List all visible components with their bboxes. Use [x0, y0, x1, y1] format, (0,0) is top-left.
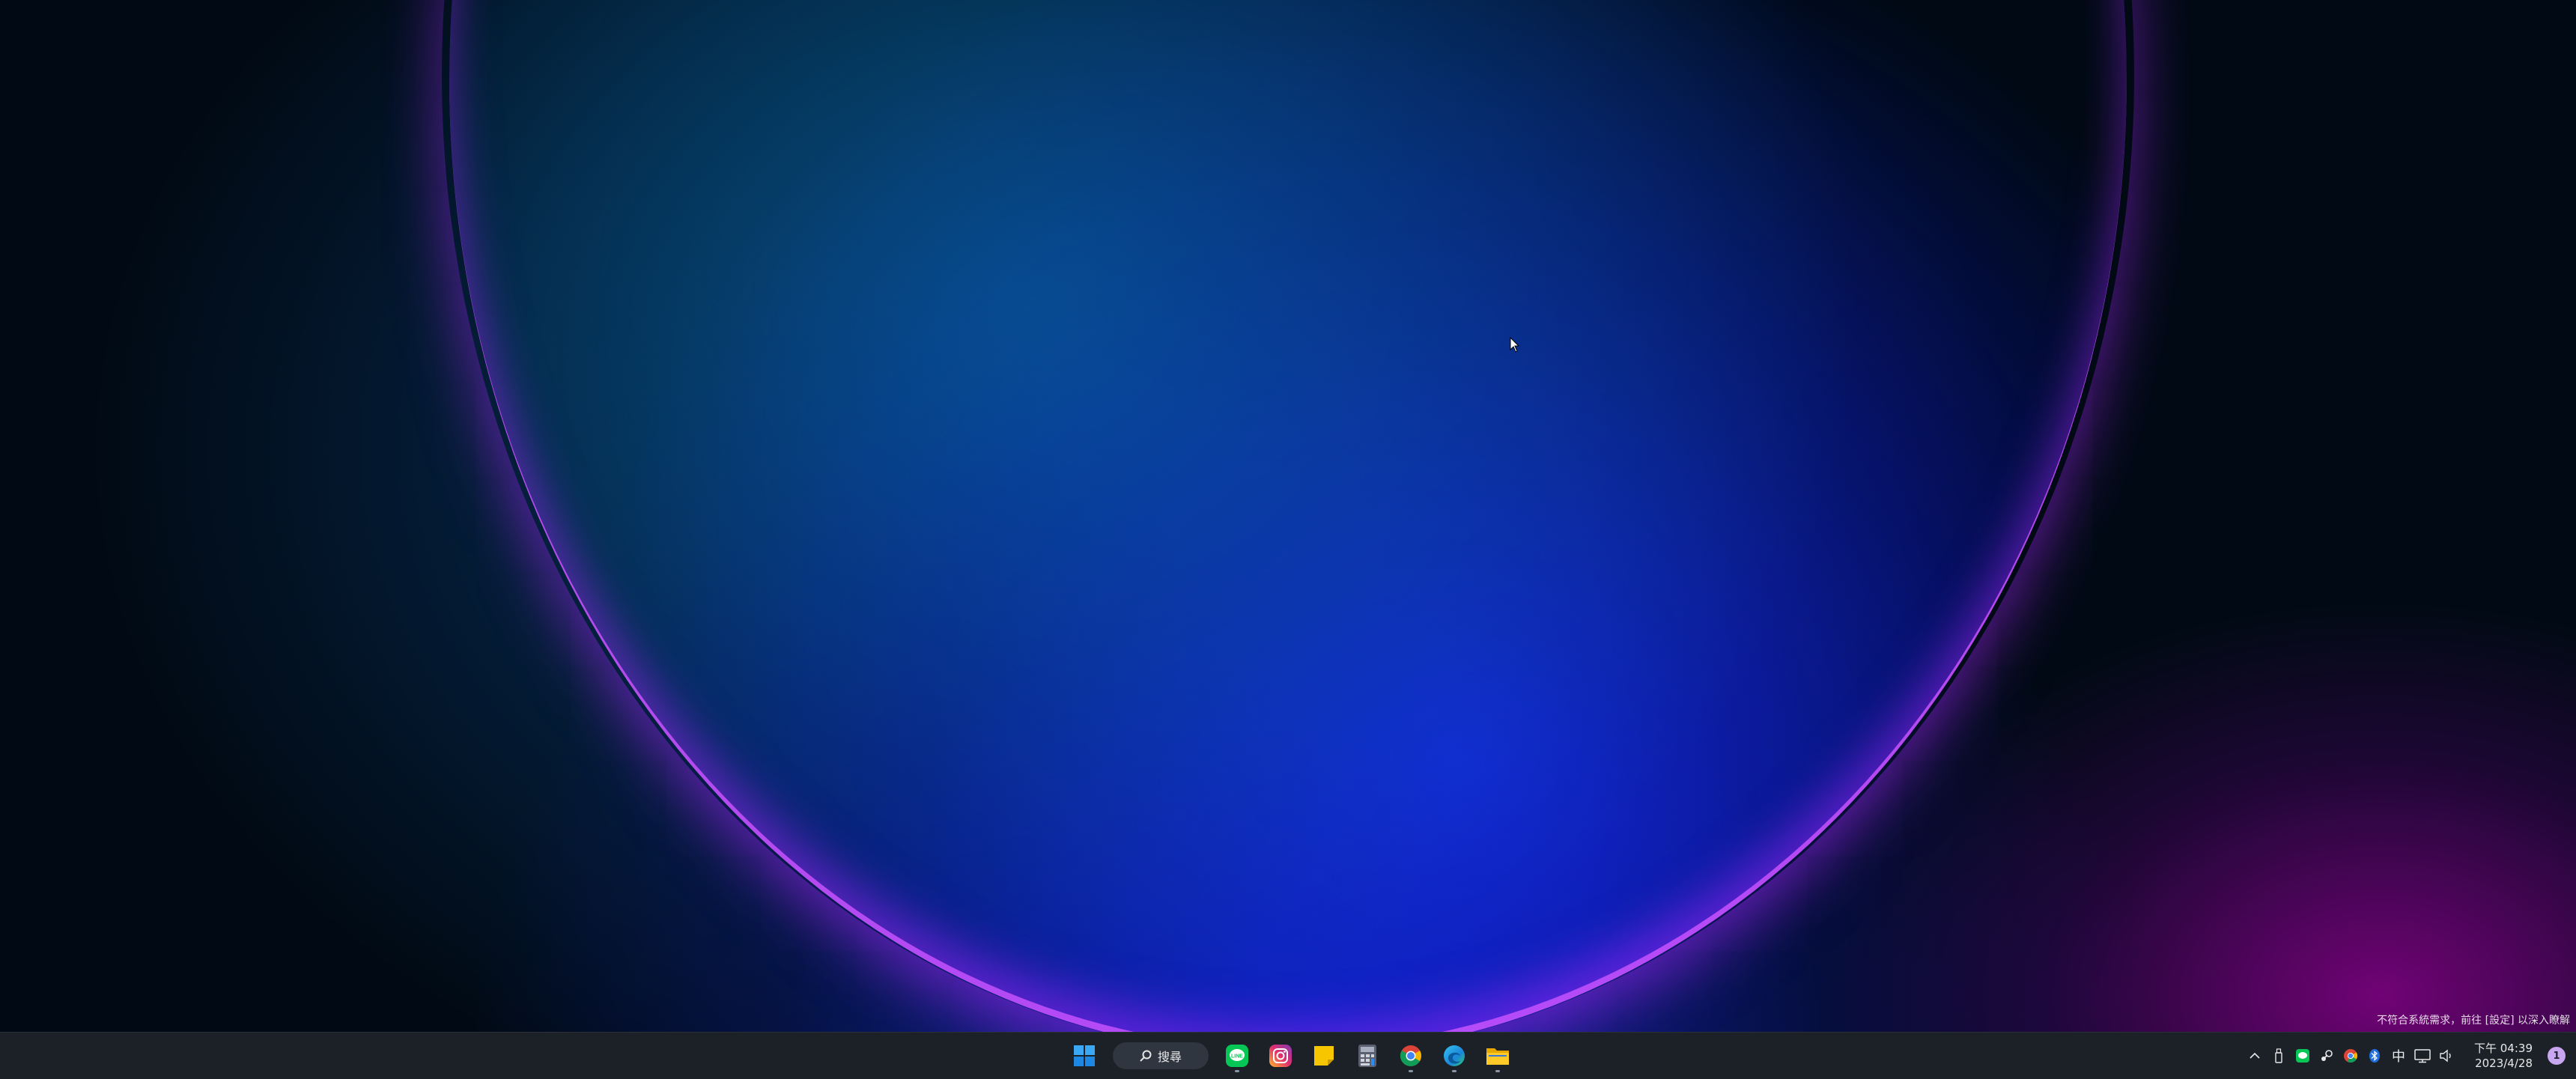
taskbar-app-chrome[interactable] [1393, 1038, 1429, 1074]
tray-chrome[interactable] [2342, 1048, 2359, 1064]
clock[interactable]: 下午 04:39 2023/4/28 [2474, 1041, 2533, 1071]
taskbar-app-calculator[interactable] [1349, 1038, 1385, 1074]
clock-date: 2023/4/28 [2475, 1057, 2533, 1070]
notification-badge[interactable]: 1 [2548, 1047, 2566, 1065]
taskbar-app-sticky-notes[interactable] [1306, 1038, 1342, 1074]
usb-drive-icon [2275, 1048, 2282, 1063]
windows-logo-icon [1074, 1045, 1095, 1066]
desktop-wallpaper[interactable] [0, 0, 2576, 1032]
taskbar-app-line[interactable]: LINE [1219, 1038, 1255, 1074]
taskbar-app-instagram[interactable] [1263, 1038, 1298, 1074]
chevron-up-icon [2250, 1052, 2260, 1059]
search-icon [1140, 1050, 1152, 1062]
chrome-tray-icon [2344, 1049, 2358, 1063]
tray-line[interactable] [2294, 1048, 2311, 1064]
edge-icon [1444, 1045, 1465, 1066]
clock-time: 下午 04:39 [2474, 1042, 2533, 1055]
search-button[interactable]: 搜尋 [1113, 1042, 1209, 1069]
taskbar: 搜尋 LINE 中 下午 04:39 2023/4/28 1 [0, 1032, 2576, 1079]
taskbar-app-edge[interactable] [1436, 1038, 1472, 1074]
running-indicator [1409, 1070, 1413, 1072]
ime-indicator[interactable]: 中 [2390, 1048, 2407, 1065]
activation-watermark: 不符合系統需求，前往 [設定] 以深入瞭解 [2377, 1015, 2570, 1027]
mouse-cursor-icon [1510, 337, 1520, 353]
show-hidden-icons-button[interactable] [2247, 1048, 2263, 1064]
line-tray-icon [2296, 1049, 2309, 1063]
folder-icon [1486, 1048, 1509, 1065]
tray-volume[interactable] [2438, 1048, 2455, 1064]
taskbar-center: 搜尋 LINE [1066, 1033, 1516, 1079]
system-tray: 中 下午 04:39 2023/4/28 1 [2247, 1033, 2576, 1079]
running-indicator [1452, 1070, 1456, 1072]
sticky-notes-icon [1314, 1046, 1334, 1066]
running-indicator [1235, 1070, 1239, 1072]
line-icon: LINE [1226, 1045, 1248, 1067]
network-icon [2414, 1049, 2431, 1063]
taskbar-app-file-explorer[interactable] [1480, 1038, 1516, 1074]
steam-icon [2321, 1050, 2333, 1061]
running-indicator [1495, 1070, 1500, 1072]
start-button[interactable] [1066, 1038, 1102, 1074]
tray-steam[interactable] [2318, 1048, 2335, 1064]
wallpaper-bloom [449, 0, 2127, 1032]
tray-bluetooth[interactable] [2366, 1048, 2383, 1064]
chrome-icon [1400, 1045, 1421, 1066]
calculator-icon [1358, 1045, 1376, 1067]
tray-usb[interactable] [2270, 1048, 2287, 1064]
tray-network[interactable] [2414, 1048, 2431, 1064]
bluetooth-icon [2369, 1049, 2380, 1063]
speaker-icon [2440, 1049, 2451, 1063]
instagram-icon [1269, 1045, 1292, 1067]
svg-text:LINE: LINE [1231, 1054, 1243, 1060]
search-label: 搜尋 [1157, 1050, 1182, 1064]
